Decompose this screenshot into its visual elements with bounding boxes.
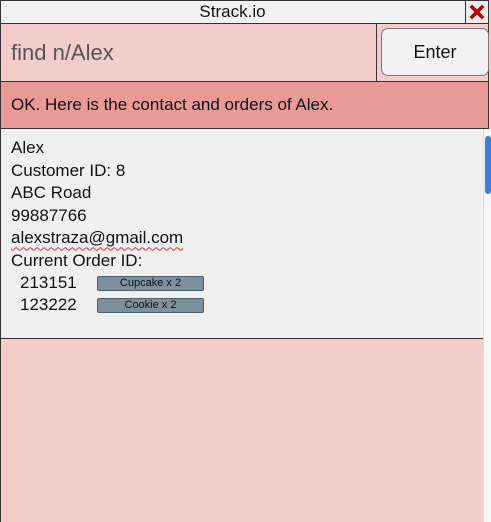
order-id: 123222 <box>20 295 77 315</box>
scrollbar-thumb[interactable] <box>485 136 491 194</box>
contact-card: Alex Customer ID: 8 ABC Road 99887766 al… <box>11 137 204 317</box>
title-bar: Strack.io <box>0 0 489 24</box>
empty-panel <box>0 339 483 522</box>
orders-heading: Current Order ID: <box>11 250 143 270</box>
close-x-icon <box>469 4 485 20</box>
command-bar: Enter <box>0 24 489 82</box>
order-item-tag: Cupcake x 2 <box>97 276 204 292</box>
window-title: Strack.io <box>199 2 266 21</box>
scrollbar[interactable] <box>483 129 491 522</box>
contact-name: Alex <box>11 138 45 157</box>
order-row: 123222 Cookie x 2 <box>11 295 204 317</box>
customer-id: Customer ID: 8 <box>11 160 126 180</box>
response-message: OK. Here is the contact and orders of Al… <box>0 82 489 129</box>
enter-button[interactable]: Enter <box>381 28 489 76</box>
order-id: 213151 <box>20 273 77 293</box>
contact-phone: 99887766 <box>11 205 87 225</box>
contact-address: ABC Road <box>11 183 92 203</box>
close-button[interactable] <box>465 1 488 23</box>
command-input[interactable] <box>1 24 377 81</box>
order-item-tag: Cookie x 2 <box>97 298 204 314</box>
order-row: 213151 Cupcake x 2 <box>11 273 204 295</box>
contact-email: alexstraza@gmail.com <box>11 228 184 248</box>
result-panel: Alex Customer ID: 8 ABC Road 99887766 al… <box>0 129 483 339</box>
